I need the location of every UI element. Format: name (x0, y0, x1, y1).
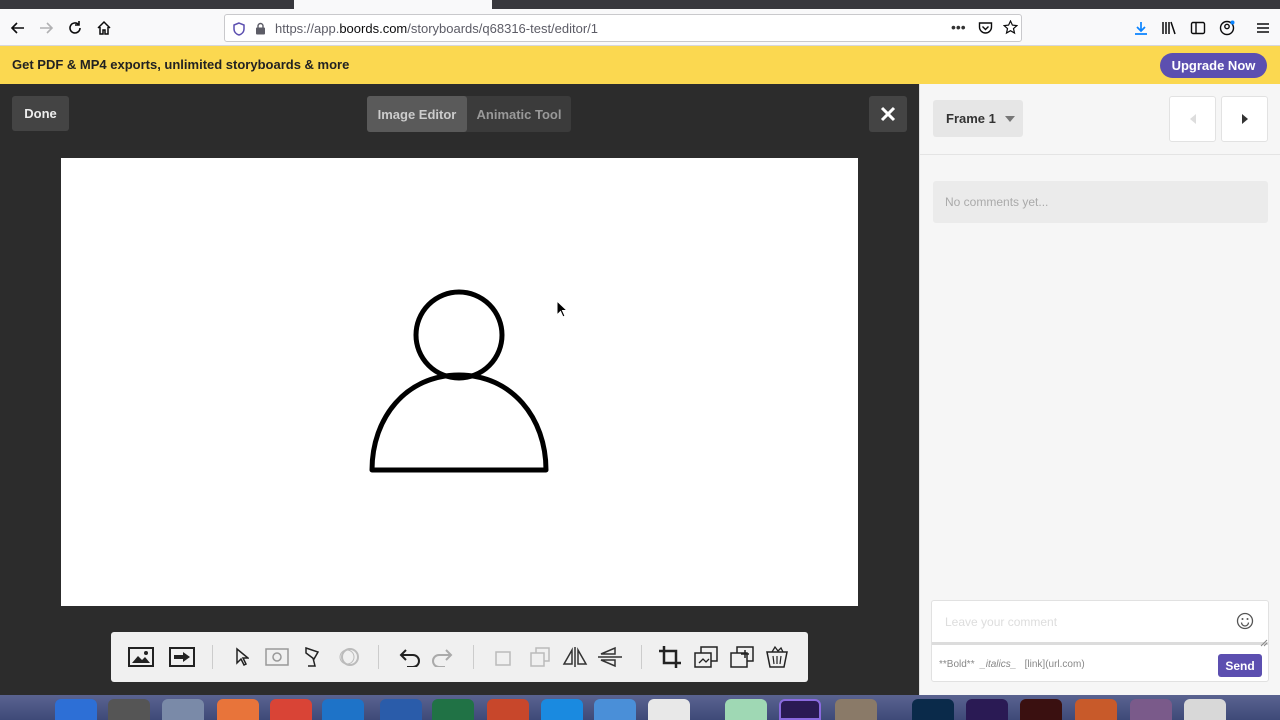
crop-icon[interactable] (655, 643, 685, 671)
preview-dock-icon[interactable] (835, 699, 877, 720)
xcode-dock-icon[interactable] (541, 699, 583, 720)
mode-switch: Image Editor Animatic Tool (367, 96, 571, 132)
outlook-dock-icon[interactable] (322, 699, 364, 720)
mouse-cursor-icon (556, 299, 569, 323)
person-icon[interactable] (61, 158, 858, 606)
powerpoint-dock-icon[interactable] (487, 699, 529, 720)
chevron-right-icon (1241, 114, 1248, 124)
firefox-dock-icon[interactable] (217, 699, 259, 720)
close-icon (880, 106, 896, 122)
arrow-box-icon[interactable] (167, 643, 197, 671)
drawing-canvas[interactable] (61, 158, 858, 606)
emoji-icon[interactable] (1236, 612, 1254, 635)
bring-front-icon[interactable] (488, 643, 518, 671)
folder-dock-icon[interactable] (1075, 699, 1117, 720)
url-bar[interactable]: https://app.boords.com/storyboards/q6831… (224, 14, 1022, 42)
pocket-icon[interactable] (978, 21, 993, 40)
word-dock-icon[interactable] (380, 699, 422, 720)
sidebar-toggle-icon[interactable] (1185, 15, 1211, 41)
premiere-dock-icon[interactable] (779, 699, 821, 720)
trash-icon[interactable] (762, 643, 792, 671)
next-frame-button[interactable] (1221, 96, 1268, 142)
comment-input[interactable] (932, 601, 1268, 645)
lock-icon[interactable] (255, 22, 266, 40)
premiere-2-dock-icon[interactable] (966, 699, 1008, 720)
download-icon[interactable] (1128, 15, 1154, 41)
url-text[interactable]: https://app.boords.com/storyboards/q6831… (275, 21, 598, 36)
indesign-dock-icon[interactable] (1020, 699, 1062, 720)
pointer-icon[interactable] (227, 643, 257, 671)
chrome-dock-icon[interactable] (270, 699, 312, 720)
format-hint: **Bold** _italics_ [link](url.com) (939, 659, 1085, 670)
image-icon[interactable] (126, 643, 156, 671)
tracking-shield-icon[interactable] (233, 22, 245, 41)
frame-selector[interactable]: Frame 1 (933, 100, 1023, 137)
app-dock-icon[interactable] (594, 699, 636, 720)
launchpad-dock-icon[interactable] (162, 699, 204, 720)
back-icon[interactable] (5, 15, 31, 41)
browser-toolbar: https://app.boords.com/storyboards/q6831… (0, 9, 1280, 46)
home-icon[interactable] (91, 15, 117, 41)
finder-dock-icon[interactable] (55, 699, 97, 720)
notes-dock-icon[interactable] (648, 699, 690, 720)
resize-handle-icon[interactable] (1260, 634, 1268, 652)
redo-icon[interactable] (427, 643, 457, 671)
chevron-down-icon (1004, 115, 1015, 122)
excel-dock-icon[interactable] (432, 699, 474, 720)
menu-icon[interactable] (1250, 15, 1276, 41)
image-editor: Done Image Editor Animatic Tool (0, 84, 919, 695)
tab-animatic-tool[interactable]: Animatic Tool (467, 96, 571, 132)
no-comments-message: No comments yet... (933, 181, 1268, 223)
promo-banner: Get PDF & MP4 exports, unlimited storybo… (0, 46, 1280, 84)
comments-sidebar: Frame 1 No comments yet... **Bold** _ita… (919, 84, 1280, 695)
send-back-icon[interactable] (525, 643, 555, 671)
frame-label: Frame 1 (946, 111, 996, 126)
promo-text: Get PDF & MP4 exports, unlimited storybo… (12, 57, 350, 72)
editor-toolbox (111, 632, 808, 682)
flip-vertical-icon[interactable] (595, 643, 625, 671)
add-layer-icon[interactable] (727, 643, 757, 671)
trash-dock-icon[interactable] (1184, 699, 1226, 720)
chevron-left-icon (1189, 114, 1196, 124)
tab-strip (0, 0, 1280, 9)
system-preferences-dock-icon[interactable] (108, 699, 150, 720)
forward-icon[interactable] (33, 15, 59, 41)
page-actions-icon[interactable]: ••• (951, 19, 966, 35)
send-button[interactable]: Send (1218, 654, 1262, 677)
duplicate-icon[interactable] (691, 643, 721, 671)
image-dock-icon[interactable] (1130, 699, 1172, 720)
upgrade-button[interactable]: Upgrade Now (1160, 53, 1267, 78)
library-icon[interactable] (1156, 15, 1182, 41)
bookmark-star-icon[interactable] (1002, 19, 1019, 40)
active-tab[interactable] (294, 0, 492, 9)
flip-horizontal-icon[interactable] (560, 643, 590, 671)
reload-icon[interactable] (62, 15, 88, 41)
divider (920, 154, 1280, 155)
app-dock-icon-2[interactable] (725, 699, 767, 720)
previous-frame-button[interactable] (1169, 96, 1216, 142)
dock (0, 695, 1280, 720)
tab-image-editor[interactable]: Image Editor (367, 96, 467, 132)
done-button[interactable]: Done (12, 96, 69, 131)
account-icon[interactable] (1214, 15, 1240, 41)
photoshop-dock-icon[interactable] (912, 699, 954, 720)
comment-form: **Bold** _italics_ [link](url.com) Send (931, 600, 1269, 682)
undo-icon[interactable] (395, 643, 425, 671)
close-editor-button[interactable] (869, 96, 907, 132)
camera-icon[interactable] (262, 643, 292, 671)
lamp-icon[interactable] (298, 643, 328, 671)
circle-icon[interactable] (335, 643, 365, 671)
